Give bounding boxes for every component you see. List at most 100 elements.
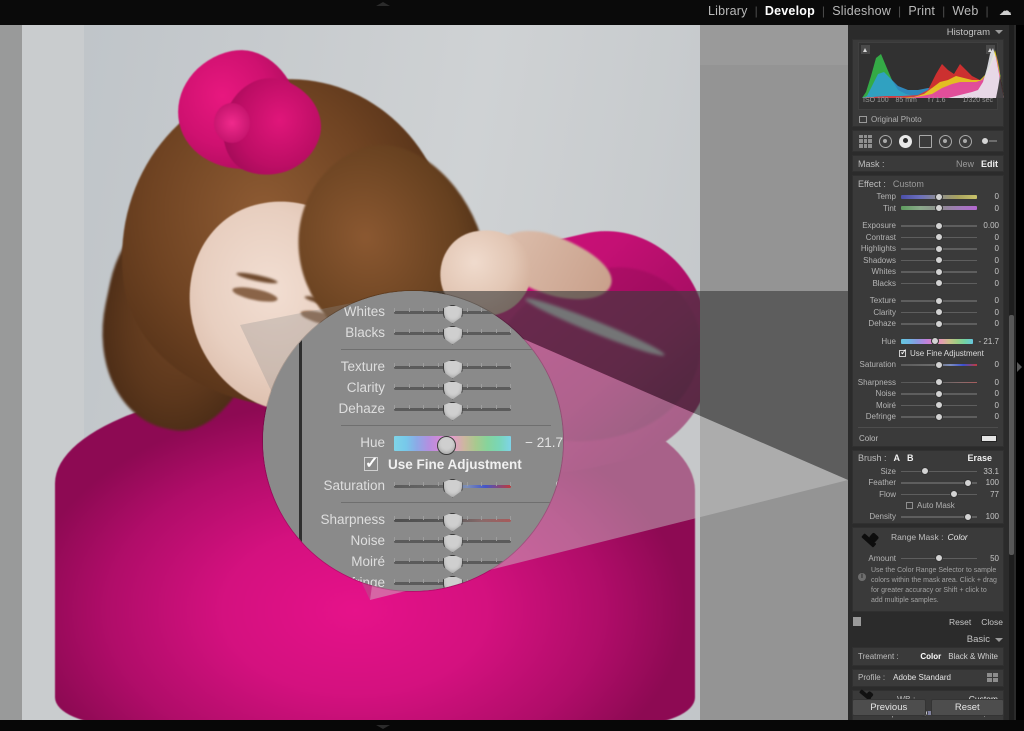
mask-new-button[interactable]: New bbox=[956, 159, 974, 169]
slider-track[interactable] bbox=[901, 389, 977, 398]
checkbox-icon[interactable] bbox=[906, 502, 913, 509]
effect-slider-tint[interactable]: Tint 0 bbox=[853, 203, 1003, 215]
brush-slider-flow[interactable]: Flow 77 bbox=[853, 489, 1003, 501]
loupe-slider-sharpness[interactable]: Sharpness 0 bbox=[302, 509, 563, 532]
loupe-slider-track[interactable] bbox=[394, 478, 511, 498]
loupe-slider-defringe[interactable]: Defringe bbox=[302, 572, 563, 591]
profile-browser-icon[interactable] bbox=[987, 673, 998, 683]
previous-button[interactable]: Previous bbox=[852, 699, 926, 716]
profile-value[interactable]: Adobe Standard bbox=[893, 673, 987, 682]
brush-row[interactable]: Brush : A B Erase bbox=[853, 451, 1003, 466]
loupe-slider-track[interactable] bbox=[394, 575, 511, 591]
slider-track[interactable] bbox=[901, 204, 977, 213]
slider-track[interactable] bbox=[901, 412, 977, 421]
adjustment-brush-icon[interactable] bbox=[959, 134, 972, 148]
loupe-slider-track[interactable] bbox=[394, 325, 511, 345]
spot-removal-icon[interactable] bbox=[879, 134, 892, 148]
slider-track[interactable] bbox=[901, 267, 977, 276]
scrollbar-thumb[interactable] bbox=[1009, 315, 1014, 555]
loupe-slider-noise[interactable]: Noise bbox=[302, 530, 563, 553]
slider-track[interactable] bbox=[901, 279, 977, 288]
loupe-use-fine-adjustment-checkbox[interactable]: Use Fine Adjustment bbox=[302, 453, 563, 475]
loupe-slider-blacks[interactable]: Blacks bbox=[302, 322, 563, 345]
redeye-tool-icon[interactable] bbox=[899, 134, 912, 148]
range-mask-mode[interactable]: Color bbox=[947, 532, 967, 542]
treatment-bw-button[interactable]: Black & White bbox=[948, 652, 998, 661]
slider-track[interactable] bbox=[901, 296, 977, 305]
auto-mask-checkbox[interactable]: Auto Mask bbox=[853, 500, 1003, 511]
effect-slider-highlights[interactable]: Highlights 0 bbox=[853, 243, 1003, 255]
reset-button[interactable]: Reset bbox=[930, 699, 1004, 716]
loupe-slider-knob[interactable] bbox=[436, 435, 456, 455]
module-web[interactable]: Web bbox=[945, 4, 985, 18]
bottom-panel-collapse-chevron-icon[interactable] bbox=[376, 725, 390, 729]
checkbox-icon[interactable]: ✓ bbox=[899, 347, 908, 357]
panel-expand-arrow-icon[interactable] bbox=[1017, 362, 1022, 372]
mask-swatch-icon[interactable] bbox=[853, 617, 861, 627]
crop-overlay-icon[interactable] bbox=[859, 134, 872, 148]
color-range-selector-eyedropper-icon[interactable] bbox=[859, 531, 879, 553]
brush-slider-feather[interactable]: Feather 100 bbox=[853, 477, 1003, 489]
effect-slider-shadows[interactable]: Shadows 0 bbox=[853, 255, 1003, 267]
slider-track[interactable] bbox=[901, 467, 977, 476]
brush-slider-density[interactable]: Density 100 bbox=[853, 511, 1003, 523]
slider-track[interactable] bbox=[901, 478, 977, 487]
range-mask-slider-amount[interactable]: Amount 50 bbox=[853, 553, 1003, 565]
basic-panel-header[interactable]: Basic bbox=[848, 632, 1008, 647]
slider-track[interactable] bbox=[901, 554, 977, 563]
loupe-slider-track[interactable] bbox=[394, 435, 511, 455]
histogram-panel-header[interactable]: Histogram bbox=[848, 25, 1008, 39]
profile-row[interactable]: Profile : Adobe Standard bbox=[853, 670, 1003, 686]
effect-slider-dehaze[interactable]: Dehaze 0 bbox=[853, 318, 1003, 330]
loupe-slider-dehaze[interactable]: Dehaze bbox=[302, 398, 563, 421]
brush-slider-size[interactable]: Size 33.1 bbox=[853, 466, 1003, 478]
loupe-slider-track[interactable] bbox=[394, 512, 511, 532]
right-panel-scrollbar[interactable] bbox=[1009, 25, 1014, 720]
effect-slider-sharpness[interactable]: Sharpness 0 bbox=[853, 377, 1003, 389]
effect-slider-blacks[interactable]: Blacks 0 bbox=[853, 278, 1003, 290]
effect-slider-defringe[interactable]: Defringe 0 bbox=[853, 411, 1003, 423]
histogram-graph[interactable]: ISO 100 85 mm f / 1.6 1/320 sec bbox=[858, 42, 1004, 110]
slider-track[interactable] bbox=[901, 192, 977, 201]
loupe-slider-track[interactable] bbox=[394, 380, 511, 400]
slider-track[interactable] bbox=[901, 401, 977, 410]
radial-filter-icon[interactable] bbox=[939, 134, 952, 148]
brush-a-button[interactable]: A bbox=[894, 453, 901, 463]
chevron-down-icon[interactable] bbox=[995, 637, 1003, 642]
chevron-down-icon[interactable] bbox=[995, 30, 1003, 34]
effect-slider-texture[interactable]: Texture 0 bbox=[853, 295, 1003, 307]
effect-value[interactable]: Custom bbox=[893, 179, 924, 189]
slider-track[interactable] bbox=[901, 244, 977, 253]
loupe-slider-clarity[interactable]: Clarity bbox=[302, 377, 563, 400]
mask-row[interactable]: Mask : New Edit bbox=[853, 156, 1003, 171]
effect-slider-saturation[interactable]: Saturation 0 bbox=[853, 359, 1003, 371]
effect-row[interactable]: Effect : Custom bbox=[853, 176, 1003, 191]
effect-slider-exposure[interactable]: Exposure 0.00 bbox=[853, 220, 1003, 232]
loupe-slider-texture[interactable]: Texture bbox=[302, 356, 563, 379]
mask-edit-button[interactable]: Edit bbox=[981, 159, 998, 169]
graduated-filter-icon[interactable] bbox=[919, 134, 932, 148]
effect-slider-moire[interactable]: Moiré 0 bbox=[853, 400, 1003, 412]
top-panel-collapse-chevron-icon[interactable] bbox=[376, 2, 390, 6]
loupe-slider-track[interactable] bbox=[394, 359, 511, 379]
slider-track[interactable] bbox=[901, 360, 977, 369]
original-photo-toggle[interactable]: Original Photo bbox=[853, 112, 1003, 126]
loupe-slider-moire[interactable]: Moiré bbox=[302, 551, 563, 574]
effect-slider-whites[interactable]: Whites 0 bbox=[853, 266, 1003, 278]
slider-track[interactable] bbox=[901, 512, 977, 521]
use-fine-adjustment-checkbox[interactable]: ✓ Use Fine Adjustment bbox=[853, 347, 1003, 359]
module-slideshow[interactable]: Slideshow bbox=[825, 4, 898, 18]
effect-color-row[interactable]: Color bbox=[853, 432, 1003, 446]
slider-track[interactable] bbox=[901, 221, 977, 230]
effect-slider-clarity[interactable]: Clarity 0 bbox=[853, 307, 1003, 319]
loupe-slider-whites[interactable]: Whites bbox=[302, 301, 563, 324]
slider-track[interactable] bbox=[901, 256, 977, 265]
checkbox-icon[interactable] bbox=[859, 115, 867, 123]
module-develop[interactable]: Develop bbox=[758, 4, 822, 18]
brush-erase-button[interactable]: Erase bbox=[967, 453, 992, 463]
slider-track[interactable] bbox=[901, 337, 973, 346]
cloud-icon[interactable]: ☁ bbox=[999, 4, 1012, 17]
mask-close-button[interactable]: Close bbox=[981, 617, 1003, 627]
brush-b-button[interactable]: B bbox=[907, 453, 914, 463]
loupe-slider-track[interactable] bbox=[394, 554, 511, 574]
